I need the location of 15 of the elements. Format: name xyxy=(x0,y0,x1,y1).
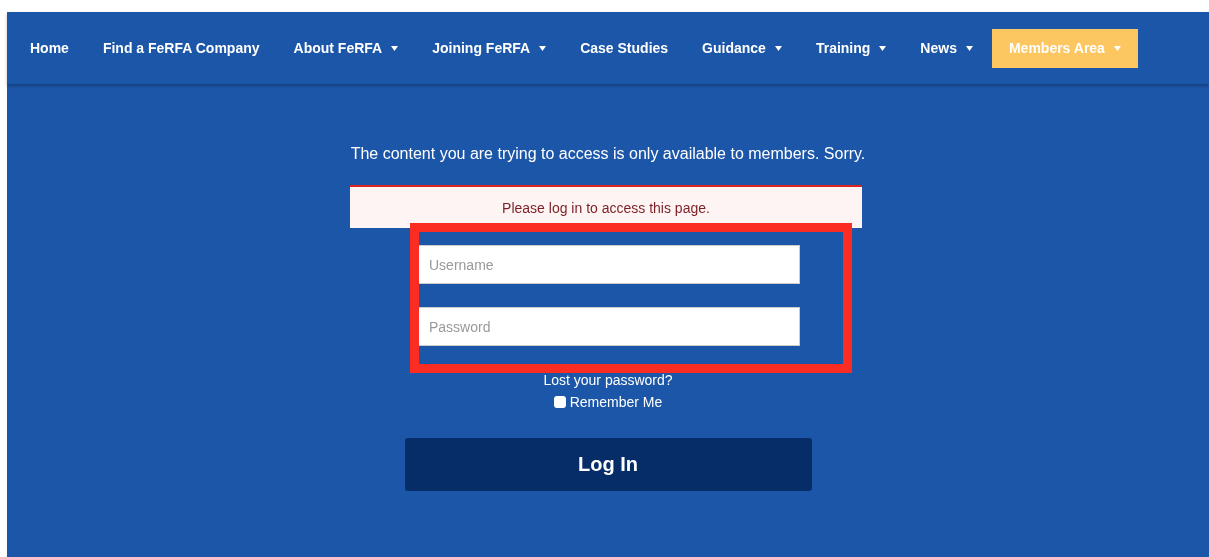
nav-item[interactable]: Find a FeRFA Company xyxy=(85,28,277,68)
nav-item[interactable]: Home xyxy=(13,28,86,68)
nav-item[interactable]: Joining FeRFA xyxy=(415,28,564,68)
nav-item[interactable]: News xyxy=(903,28,990,68)
nav-item[interactable]: Training xyxy=(798,28,904,68)
lost-password-link[interactable]: Lost your password? xyxy=(543,372,673,388)
nav-item[interactable]: About FeRFA xyxy=(276,28,416,68)
notice-text: The content you are trying to access is only available to members. Sorry. xyxy=(350,145,866,163)
username-field[interactable]: Username xyxy=(416,245,800,284)
password-field[interactable]: Password xyxy=(416,307,800,346)
remember-label: Remember Me xyxy=(569,394,663,410)
nav-item[interactable]: Guidance xyxy=(685,28,799,68)
nav-item[interactable]: Case Studies xyxy=(563,28,686,68)
remember-checkbox[interactable] xyxy=(553,396,566,408)
login-button[interactable]: Log In xyxy=(404,438,812,491)
